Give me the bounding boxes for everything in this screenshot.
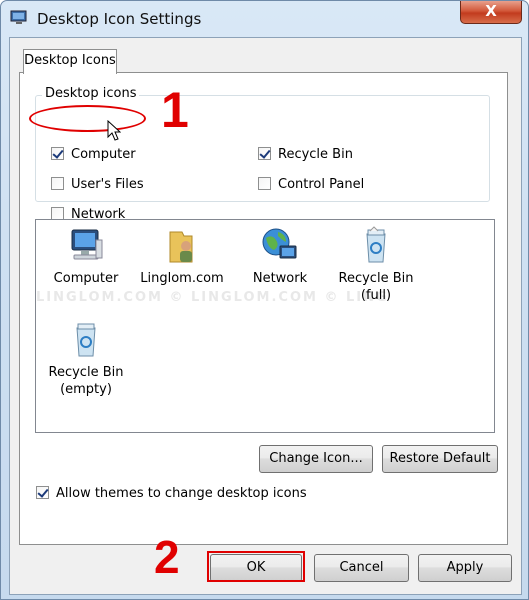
- annotation-step-1: 1: [161, 82, 189, 138]
- checkbox-box[interactable]: [258, 177, 271, 190]
- window-title: Desktop Icon Settings: [37, 10, 202, 28]
- checkbox-box[interactable]: [258, 147, 271, 160]
- close-icon: X: [485, 2, 497, 20]
- computer-icon: [44, 226, 128, 266]
- icon-label: Computer: [53, 271, 119, 286]
- group-label: Desktop icons: [42, 86, 140, 101]
- checkbox-label: Control Panel: [278, 177, 365, 192]
- recycle-bin-empty-icon: [44, 320, 128, 360]
- checkbox-label: User's Files: [71, 177, 144, 192]
- annotation-step-2: 2: [154, 531, 180, 583]
- network-globe-icon: [238, 226, 322, 266]
- icon-item-user-files[interactable]: Linglom.com: [140, 226, 224, 287]
- restore-default-button[interactable]: Restore Default: [382, 445, 498, 473]
- watermark-text: LINGLOM.COM © LINGLOM.COM © LING: [36, 290, 389, 305]
- title-bar: Desktop Icon Settings X: [1, 1, 528, 37]
- checkbox-label: Computer: [71, 147, 136, 162]
- checkbox-label: Recycle Bin: [278, 147, 353, 162]
- icon-label: Linglom.com: [140, 271, 224, 286]
- icon-label: Network: [252, 271, 308, 286]
- change-icon-button[interactable]: Change Icon...: [259, 445, 373, 473]
- checkbox-box[interactable]: [51, 177, 64, 190]
- icon-item-recycle-bin-empty[interactable]: Recycle Bin (empty): [44, 320, 128, 398]
- annotation-ellipse: [29, 105, 146, 132]
- close-button[interactable]: X: [460, 1, 522, 24]
- icon-item-computer[interactable]: Computer: [44, 226, 128, 287]
- tab-desktop-icons[interactable]: Desktop Icons: [23, 49, 117, 74]
- dialog-window: Desktop Icon Settings X Desktop Icons De…: [0, 0, 529, 600]
- checkbox-box[interactable]: [51, 147, 64, 160]
- checkbox-box[interactable]: [36, 486, 49, 499]
- mouse-cursor-icon: [107, 119, 122, 146]
- icon-item-recycle-bin-full[interactable]: Recycle Bin (full): [334, 226, 418, 304]
- icon-label: Recycle Bin (empty): [48, 365, 124, 397]
- recycle-bin-full-icon: [334, 226, 418, 266]
- checkbox-label: Allow themes to change desktop icons: [56, 486, 307, 501]
- icon-item-network[interactable]: Network: [238, 226, 322, 287]
- apply-button[interactable]: Apply: [418, 554, 512, 582]
- user-folder-icon: [140, 226, 224, 266]
- cancel-button[interactable]: Cancel: [314, 554, 409, 582]
- monitor-app-icon: [10, 10, 28, 26]
- icon-label: Recycle Bin (full): [338, 271, 414, 303]
- annotation-ok-highlight: [207, 551, 305, 582]
- icon-list-view[interactable]: LINGLOM.COM © LINGLOM.COM © LING Compute…: [35, 219, 495, 433]
